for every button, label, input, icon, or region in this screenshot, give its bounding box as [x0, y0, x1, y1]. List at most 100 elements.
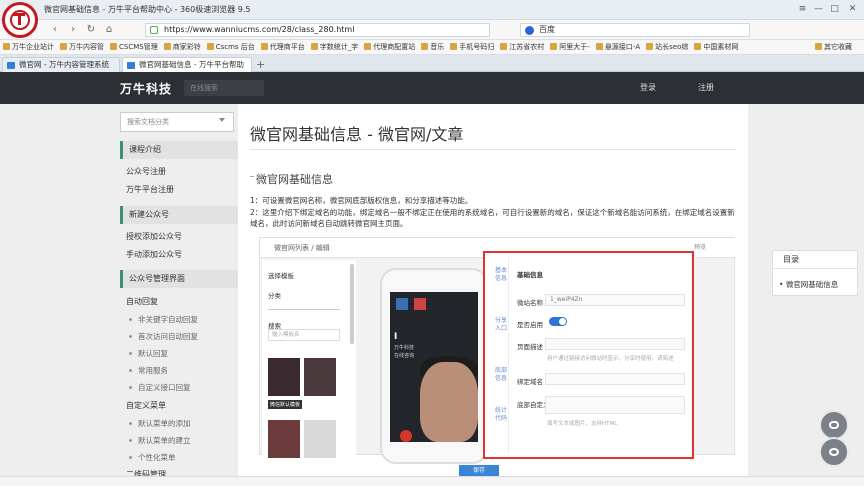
domain-field[interactable]: [545, 373, 685, 385]
reload-icon[interactable]: ↻: [84, 23, 98, 37]
chevron-down-icon: [219, 118, 225, 122]
sidebar-item[interactable]: 授权添加公众号: [126, 231, 182, 242]
template-panel: 选择模板 分类 搜索 输入模板名 微信默认模板: [262, 260, 356, 458]
sidebar-item[interactable]: 自动回复: [126, 296, 158, 307]
login-link[interactable]: 登录: [640, 82, 656, 93]
phone-menu-icon: [396, 298, 408, 310]
enable-toggle[interactable]: [549, 317, 567, 326]
sidebar-section-manage[interactable]: 公众号管理界面: [120, 270, 238, 288]
site-brand[interactable]: 万牛科技: [120, 80, 172, 97]
search-engine-label: 百度: [539, 25, 555, 34]
lock-icon: [150, 26, 158, 34]
bookmark-item[interactable]: 手机号码归: [447, 40, 497, 54]
bookmark-item[interactable]: 站长seo综: [643, 40, 691, 54]
new-tab-button[interactable]: +: [256, 58, 265, 71]
sidebar-subitem[interactable]: 常用服务: [129, 365, 168, 376]
name-field[interactable]: 1_weiP4Zn: [545, 294, 685, 306]
phone-subcaption: 在线咨询: [394, 353, 415, 359]
sidebar-subitem[interactable]: 个性化菜单: [129, 452, 176, 463]
minimize-button[interactable]: —: [812, 3, 825, 16]
code-field[interactable]: [545, 396, 685, 414]
code-hint: 填写文本或图片，支持HTML: [547, 421, 618, 427]
sidebar-subitem[interactable]: 默认回复: [129, 348, 168, 359]
highlight-box: 基本信息 分享入口 底部信息 统计代码 基础信息 微站名称 1_weiP4Zn …: [483, 251, 694, 459]
paragraph: 2：这里介绍下绑定域名的功能，绑定域名一般不绑定正在使用的系统域名，可自行设置新…: [250, 208, 735, 228]
sidebar-subitem[interactable]: 首次访问自动回复: [129, 331, 198, 342]
sidebar-item[interactable]: 公众号注册: [126, 166, 166, 177]
footer-label: 页面描述: [517, 343, 543, 351]
name-label: 微站名称: [517, 299, 543, 307]
home-icon[interactable]: ⌂: [102, 23, 116, 37]
sidebar-section-intro[interactable]: 课程介绍: [120, 141, 238, 159]
toc-title: 目录: [773, 251, 857, 269]
bookmark-item[interactable]: Cscms 后台: [204, 40, 258, 54]
bookmark-item[interactable]: 其它收藏: [812, 40, 855, 54]
bookmark-icon: [500, 43, 508, 50]
register-link[interactable]: 注册: [698, 82, 714, 93]
bookmark-item[interactable]: 商家彩铃: [161, 40, 204, 54]
scrollbar[interactable]: [350, 264, 354, 344]
side-tab-footer[interactable]: 底部信息: [495, 367, 507, 383]
bookmark-icon: [364, 43, 372, 50]
sidebar-item[interactable]: 自定义菜单: [126, 400, 166, 411]
chat-icon[interactable]: [819, 410, 849, 440]
template-thumb[interactable]: [268, 358, 300, 396]
template-thumb[interactable]: [304, 358, 336, 396]
url-text: https://www.wanniucms.com/28/class_280.h…: [164, 25, 355, 34]
sidebar-section-new[interactable]: 新建公众号: [120, 206, 238, 224]
section-title: 微官网基础信息: [256, 173, 333, 186]
forward-icon[interactable]: ›: [66, 23, 80, 37]
bookmark-item[interactable]: 代理商配置站: [361, 40, 418, 54]
logo-icon: [2, 2, 38, 38]
bookmark-icon: [260, 43, 268, 50]
side-tab-share[interactable]: 分享入口: [495, 317, 507, 333]
portrait-image: [420, 362, 478, 442]
side-tab-basic[interactable]: 基本信息: [495, 267, 507, 283]
site-header: 万牛科技 在线搜索 登录 注册: [0, 72, 864, 104]
bookmark-icon: [206, 43, 214, 50]
bookmark-icon: [646, 43, 654, 50]
bookmark-item[interactable]: 万牛内容管: [57, 40, 107, 54]
category-select[interactable]: 搜索文档分类: [120, 112, 234, 132]
category-select[interactable]: [268, 300, 340, 310]
tab-weiguanwang[interactable]: 微官网 - 万牛内容管理系统: [2, 57, 120, 72]
bookmark-icon: [550, 43, 558, 50]
bookmark-icon: [450, 43, 458, 50]
comment-icon[interactable]: [819, 437, 849, 467]
address-bar[interactable]: https://www.wanniucms.com/28/class_280.h…: [145, 23, 490, 37]
bookmark-item[interactable]: 代理商平台: [258, 40, 308, 54]
sidebar-subitem[interactable]: 默认菜单的建立: [129, 435, 191, 446]
sidebar-item[interactable]: 万牛平台注册: [126, 184, 174, 195]
sidebar-item[interactable]: 手动添加公众号: [126, 249, 182, 260]
back-icon[interactable]: ‹: [48, 23, 62, 37]
title-bar: 微官网基础信息 - 万牛平台帮助中心 - 360极速浏览器 9.5 ≡ — □ …: [0, 0, 864, 20]
bookmark-item[interactable]: 江苏省农村: [497, 40, 547, 54]
sidebar-subitem[interactable]: 自定义接口回复: [129, 382, 191, 393]
bookmark-item[interactable]: 悬源接口-A: [593, 40, 643, 54]
site-search-input[interactable]: 在线搜索: [184, 80, 264, 96]
bookmark-icon: [421, 43, 429, 50]
tab-favicon-icon: [7, 62, 15, 69]
toc-item[interactable]: • 微官网基础信息: [779, 279, 838, 290]
sidebar-subitem[interactable]: 默认菜单的添加: [129, 418, 191, 429]
open-label: 是否启用: [517, 321, 543, 329]
bookmark-item[interactable]: CSCMS管理: [107, 40, 161, 54]
footer-field[interactable]: [545, 338, 685, 350]
preview-link[interactable]: 预览: [694, 242, 706, 251]
bookmark-item[interactable]: 万牛企业站计: [0, 40, 57, 54]
category-label: 分类: [268, 292, 281, 300]
menu-icon[interactable]: ≡: [796, 3, 809, 16]
bookmark-item[interactable]: 字数统计_字: [308, 40, 362, 54]
template-thumb[interactable]: [268, 420, 300, 458]
sidebar-subitem[interactable]: 非关键字自动回复: [129, 314, 198, 325]
tab-active[interactable]: 微官网基础信息 - 万牛平台帮助: [122, 57, 252, 72]
maximize-button[interactable]: □: [828, 3, 841, 16]
bookmark-item[interactable]: 阿里大于-: [547, 40, 593, 54]
template-thumb[interactable]: [304, 420, 336, 458]
search-engine-box[interactable]: 百度: [520, 23, 750, 37]
bookmark-item[interactable]: 音乐: [418, 40, 447, 54]
template-search-input[interactable]: 输入模板名: [268, 329, 340, 341]
side-tab-stat[interactable]: 统计代码: [495, 407, 507, 423]
bookmark-item[interactable]: 中国素材网: [691, 40, 741, 54]
close-button[interactable]: ✕: [846, 3, 859, 16]
